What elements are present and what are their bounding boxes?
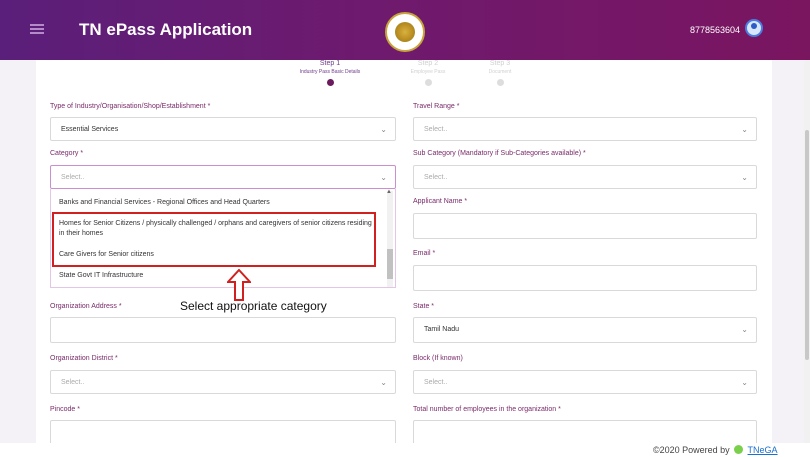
- travel-range-select[interactable]: Select.. ⌄: [413, 117, 757, 141]
- tn-emblem-logo: [385, 12, 425, 52]
- user-avatar-icon[interactable]: [745, 19, 763, 37]
- category-placeholder: Select..: [61, 174, 85, 181]
- footer: ©2020 Powered by TNeGA: [0, 443, 810, 457]
- category-select[interactable]: Select.. ⌄: [50, 165, 396, 189]
- org-address-input[interactable]: [50, 317, 396, 343]
- chevron-down-icon: ⌄: [741, 173, 748, 182]
- page-scrollbar[interactable]: [804, 60, 810, 443]
- email-input[interactable]: [413, 265, 757, 291]
- org-district-select[interactable]: Select.. ⌄: [50, 370, 396, 394]
- category-label: Category *: [50, 150, 84, 157]
- stepper: Step 1 Industry Pass Basic Details Step …: [36, 60, 772, 94]
- tnega-link[interactable]: TNeGA: [748, 445, 778, 455]
- tnega-logo-icon: [734, 445, 744, 454]
- app-header: TN ePass Application 8778563604: [0, 0, 810, 60]
- step-1[interactable]: Step 1 Industry Pass Basic Details: [280, 60, 380, 86]
- industry-type-label: Type of Industry/Organisation/Shop/Estab…: [50, 103, 211, 110]
- block-select[interactable]: Select.. ⌄: [413, 370, 757, 394]
- step-3-title: Step 3: [489, 60, 511, 67]
- highlight-box: [52, 212, 376, 267]
- state-select[interactable]: Tamil Nadu ⌄: [413, 317, 757, 343]
- step-1-title: Step 1: [319, 60, 341, 67]
- step-1-desc: Industry Pass Basic Details: [299, 69, 361, 75]
- annotation-text: Select appropriate category: [180, 299, 327, 313]
- chevron-down-icon: ⌄: [741, 125, 748, 134]
- org-address-label: Organization Address *: [50, 303, 122, 310]
- step-3[interactable]: Step 3 Document: [450, 60, 550, 86]
- footer-text: ©2020 Powered by: [653, 445, 730, 455]
- app-title: TN ePass Application: [79, 20, 253, 39]
- step-3-dot: [496, 79, 504, 86]
- dropdown-scroll-thumb[interactable]: [387, 249, 393, 279]
- chevron-down-icon: ⌄: [380, 125, 387, 134]
- sub-category-select[interactable]: Select.. ⌄: [413, 165, 757, 189]
- block-placeholder: Select..: [424, 379, 448, 386]
- step-3-desc: Document: [488, 69, 512, 75]
- footer-credit: ©2020 Powered by TNeGA: [653, 445, 778, 455]
- up-arrow-annotation: [227, 269, 251, 301]
- block-label: Block (If known): [413, 355, 463, 362]
- travel-range-label: Travel Range *: [413, 103, 460, 110]
- page-scroll-thumb[interactable]: [805, 130, 809, 360]
- sub-category-placeholder: Select..: [424, 174, 448, 181]
- org-district-placeholder: Select..: [61, 379, 85, 386]
- category-option[interactable]: State Govt IT Infrastructure: [59, 271, 375, 281]
- applicant-name-input[interactable]: [413, 213, 757, 239]
- chevron-down-icon: ⌄: [741, 325, 748, 334]
- scroll-up-icon[interactable]: ▲: [386, 189, 392, 195]
- sub-category-label: Sub Category (Mandatory if Sub-Categorie…: [413, 150, 586, 157]
- menu-icon[interactable]: [30, 24, 44, 34]
- travel-range-placeholder: Select..: [424, 126, 448, 133]
- chevron-down-icon: ⌄: [380, 378, 387, 387]
- state-label: State *: [413, 303, 435, 310]
- state-value: Tamil Nadu: [424, 326, 460, 333]
- industry-type-select[interactable]: Essential Services ⌄: [50, 117, 396, 141]
- industry-type-value: Essential Services: [61, 126, 119, 133]
- chevron-down-icon: ⌄: [380, 173, 387, 182]
- user-phone: 8778563604: [690, 25, 741, 35]
- applicant-name-label: Applicant Name *: [413, 198, 468, 205]
- chevron-down-icon: ⌄: [741, 378, 748, 387]
- step-2-dot: [424, 79, 432, 86]
- step-1-dot: [326, 79, 334, 86]
- org-district-label: Organization District *: [50, 355, 118, 362]
- pincode-label: Pincode *: [50, 406, 80, 413]
- category-option[interactable]: Banks and Financial Services - Regional …: [59, 198, 375, 208]
- email-label: Email *: [413, 250, 436, 257]
- employees-label: Total number of employees in the organiz…: [413, 406, 561, 413]
